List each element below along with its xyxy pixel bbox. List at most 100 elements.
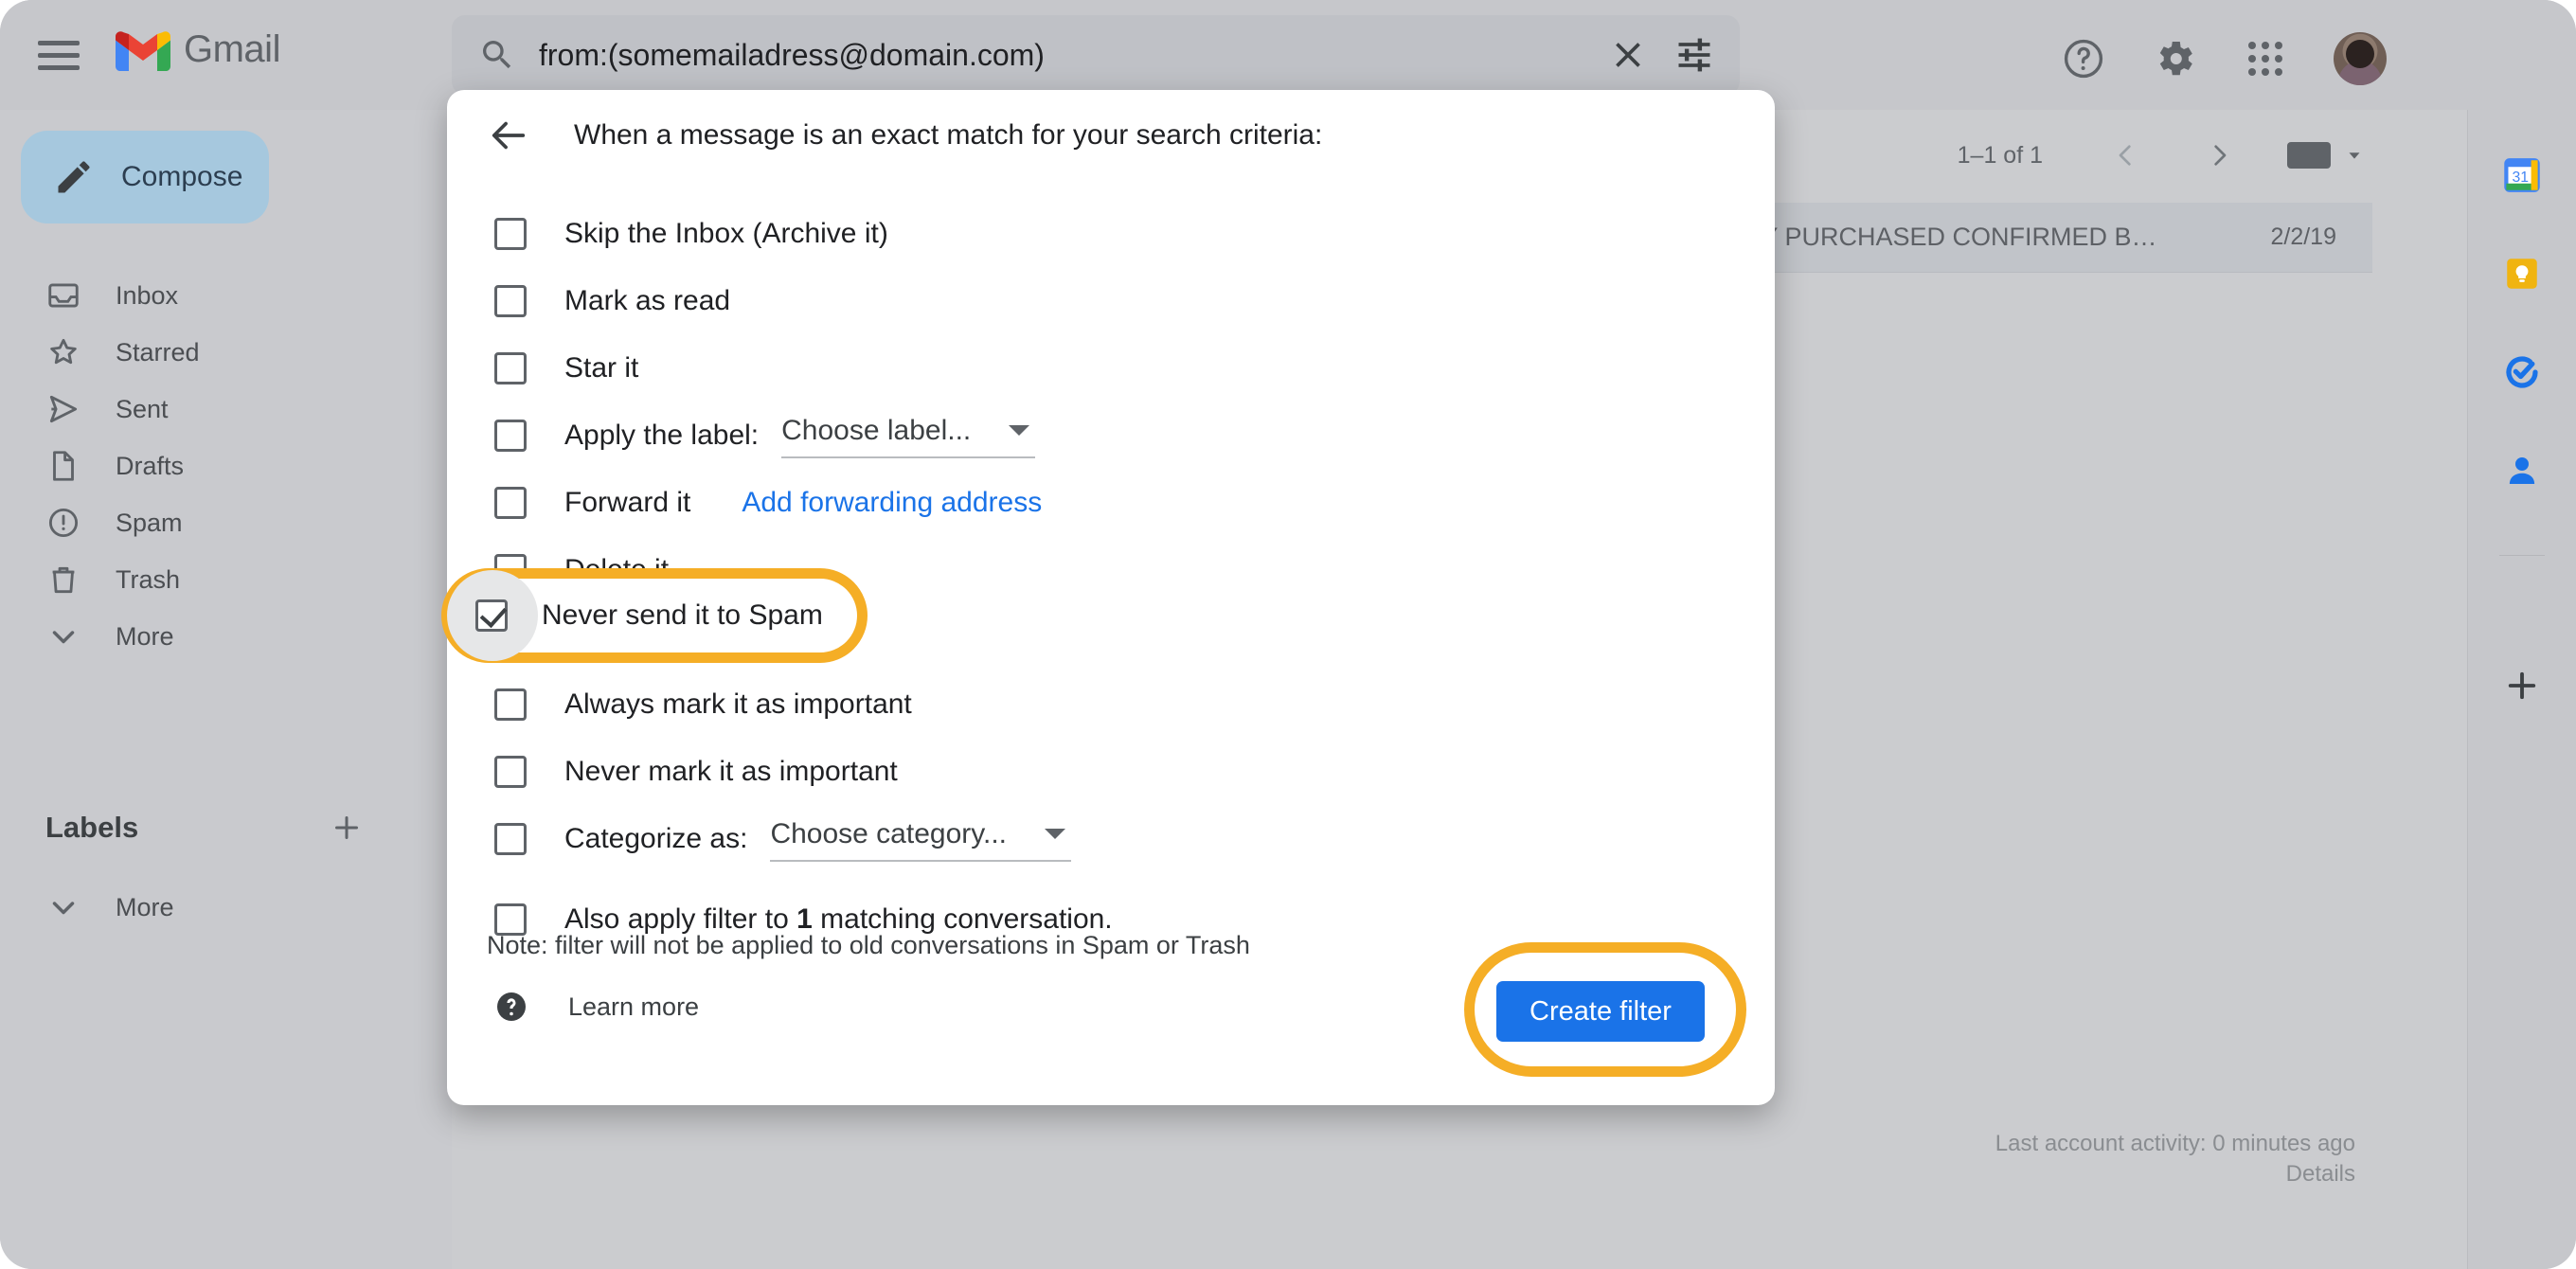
labels-item-more[interactable]: More: [0, 879, 452, 936]
checkbox[interactable]: [494, 823, 527, 855]
dialog-header: When a message is an exact match for you…: [447, 90, 1775, 181]
option-label: Forward it: [564, 487, 690, 519]
sidebar-item-more[interactable]: More: [0, 608, 452, 665]
compose-button[interactable]: Compose: [21, 131, 269, 223]
chevron-left-icon: [2111, 140, 2141, 170]
checkbox[interactable]: [475, 599, 508, 632]
draft-icon: [45, 448, 81, 484]
sidebar-label: Spam: [116, 509, 183, 538]
chevron-down-icon: [45, 889, 81, 925]
category-dropdown[interactable]: Choose category...: [770, 816, 1071, 862]
create-filter-button[interactable]: Create filter: [1496, 981, 1705, 1042]
gmail-window: Gmail from:(somemailadress@domain.com): [0, 0, 2576, 1269]
hamburger-icon[interactable]: [38, 34, 80, 76]
option-label: Apply the label:: [564, 420, 759, 452]
chevron-right-icon: [2204, 140, 2234, 170]
learn-more-link[interactable]: Learn more: [494, 990, 699, 1024]
arrow-left-icon[interactable]: [487, 114, 530, 157]
next-page-button[interactable]: [2194, 131, 2244, 180]
google-contacts-icon[interactable]: [2502, 451, 2542, 491]
keyboard-mode-button[interactable]: [2287, 142, 2365, 169]
pagination: 1–1 of 1: [1958, 131, 2365, 180]
pagination-count: 1–1 of 1: [1958, 142, 2043, 170]
google-tasks-icon[interactable]: [2502, 352, 2542, 392]
filter-option-mark-as-read[interactable]: Mark as read: [447, 267, 1775, 334]
checkbox[interactable]: [494, 218, 527, 250]
gear-icon[interactable]: [2152, 36, 2197, 81]
checkbox[interactable]: [494, 420, 527, 452]
sidebar-label: Sent: [116, 395, 169, 424]
keyboard-icon: [2287, 142, 2331, 169]
sidebar-item-starred[interactable]: Starred: [0, 324, 452, 381]
svg-text:31: 31: [2512, 170, 2529, 186]
search-options-icon[interactable]: [1673, 34, 1715, 76]
avatar[interactable]: [2334, 32, 2387, 85]
option-label: Star it: [564, 352, 638, 384]
chevron-down-icon: [1009, 425, 1029, 436]
plus-icon[interactable]: [330, 811, 364, 845]
sidebar-label: More: [116, 622, 174, 652]
filter-option-never-important[interactable]: Never mark it as important: [447, 738, 1775, 805]
labels-header: Labels: [0, 811, 407, 845]
labels-title: Labels: [45, 811, 138, 845]
gmail-logo[interactable]: Gmail: [116, 28, 280, 71]
filter-options-list: Skip the Inbox (Archive it) Mark as read…: [447, 200, 1775, 953]
sidebar-nav: Inbox Starred Sent Drafts: [0, 267, 452, 665]
send-icon: [45, 391, 81, 427]
option-label: Skip the Inbox (Archive it): [564, 218, 888, 250]
sidebar-item-spam[interactable]: Spam: [0, 494, 452, 551]
checkbox[interactable]: [494, 285, 527, 317]
learn-more-label: Learn more: [568, 992, 699, 1022]
option-label: Delete it: [564, 554, 669, 586]
checkbox[interactable]: [494, 487, 527, 519]
label-dropdown[interactable]: Choose label...: [781, 413, 1035, 458]
filter-note: Note: filter will not be applied to old …: [487, 931, 1250, 960]
search-icon: [478, 36, 516, 74]
filter-option-apply-label[interactable]: Apply the label: Choose label...: [447, 402, 1775, 469]
close-icon[interactable]: [1607, 34, 1649, 76]
category-dropdown-value: Choose category...: [770, 818, 1007, 850]
search-bar[interactable]: from:(somemailadress@domain.com): [452, 15, 1740, 95]
filter-option-always-important[interactable]: Always mark it as important: [447, 670, 1775, 738]
help-circle-icon: [494, 990, 528, 1024]
sidebar-item-drafts[interactable]: Drafts: [0, 438, 452, 494]
pencil-icon: [53, 156, 95, 198]
sidebar-item-sent[interactable]: Sent: [0, 381, 452, 438]
spam-icon: [45, 505, 81, 541]
dialog-title: When a message is an exact match for you…: [574, 119, 1322, 152]
plus-icon[interactable]: [2502, 666, 2542, 706]
side-panel: 31: [2467, 110, 2576, 1269]
checkbox[interactable]: [494, 688, 527, 721]
option-label: Mark as read: [564, 285, 730, 317]
labels-more-label: More: [116, 893, 174, 922]
filter-option-categorize-as[interactable]: Categorize as: Choose category...: [447, 805, 1775, 872]
side-panel-divider: [2499, 555, 2545, 556]
google-keep-icon[interactable]: [2502, 254, 2542, 294]
option-label: Never mark it as important: [564, 756, 898, 788]
sidebar-item-inbox[interactable]: Inbox: [0, 267, 452, 324]
add-forwarding-address-link[interactable]: Add forwarding address: [742, 487, 1042, 519]
help-icon[interactable]: [2061, 36, 2106, 81]
compose-label: Compose: [121, 161, 242, 193]
filter-option-skip-inbox[interactable]: Skip the Inbox (Archive it): [447, 200, 1775, 267]
sidebar-label: Trash: [116, 565, 180, 595]
google-calendar-icon[interactable]: 31: [2502, 155, 2542, 195]
sidebar-label: Inbox: [116, 281, 178, 311]
apps-grid-icon[interactable]: [2243, 36, 2288, 81]
filter-option-star-it[interactable]: Star it: [447, 334, 1775, 402]
option-label: Never send it to Spam: [542, 599, 823, 632]
search-input[interactable]: from:(somemailadress@domain.com): [539, 38, 1607, 73]
message-date: 2/2/19: [2270, 223, 2336, 251]
sidebar-item-trash[interactable]: Trash: [0, 551, 452, 608]
chevron-down-icon: [2344, 145, 2365, 166]
prev-page-button[interactable]: [2102, 131, 2151, 180]
checkbox[interactable]: [494, 756, 527, 788]
filter-option-forward-it[interactable]: Forward it Add forwarding address: [447, 469, 1775, 536]
sidebar-label: Starred: [116, 338, 200, 367]
last-account-activity: Last account activity: 0 minutes ago: [1995, 1128, 2355, 1161]
top-bar-actions: [2061, 32, 2387, 85]
highlighted-option-never-send-to-spam[interactable]: Never send it to Spam: [464, 583, 862, 648]
gmail-logo-text: Gmail: [184, 28, 280, 71]
checkbox[interactable]: [494, 352, 527, 384]
details-link[interactable]: Details: [1995, 1161, 2355, 1188]
